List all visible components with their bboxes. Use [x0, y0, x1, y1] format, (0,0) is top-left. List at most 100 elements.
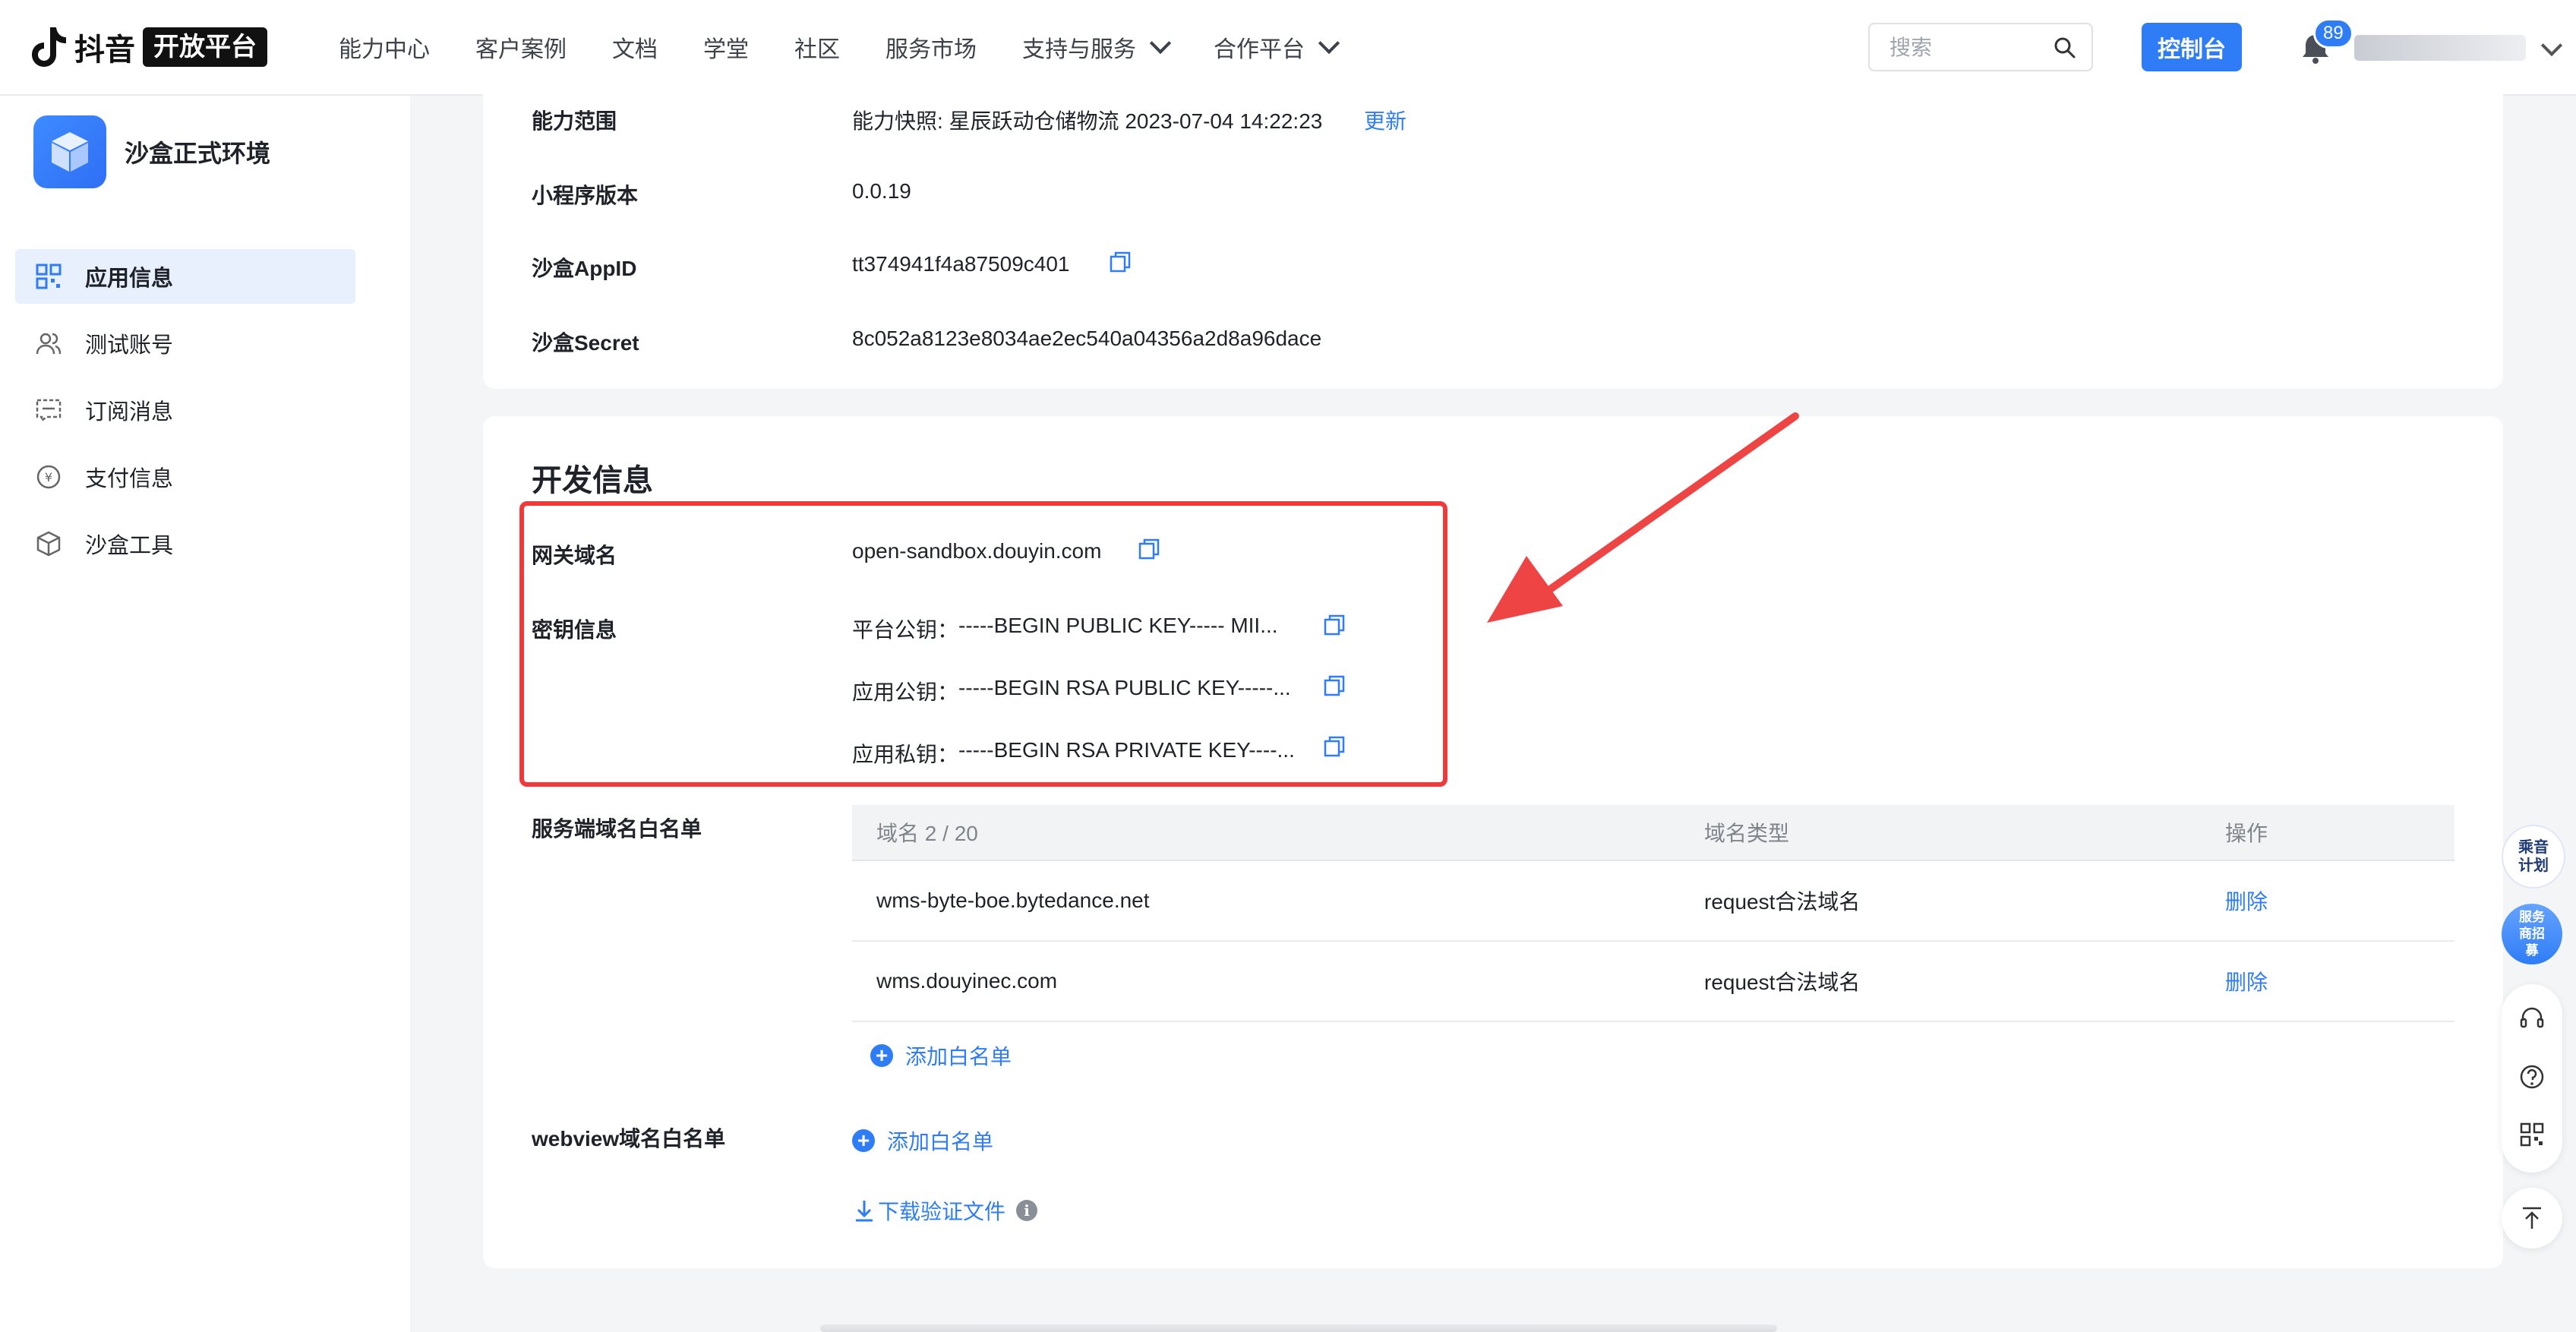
sidebar-menu: 应用信息 测试账号 订阅消息 ¥ 支付信息 沙盒工具 [15, 249, 355, 583]
chevron-down-icon [1318, 32, 1340, 55]
logo-badge: 开放平台 [143, 27, 267, 67]
qrcode-icon[interactable] [2518, 1121, 2546, 1148]
nav-label: 支持与服务 [1022, 37, 1136, 62]
yen-coin-icon: ¥ [36, 465, 61, 489]
app-grid-icon [36, 264, 62, 289]
users-icon [36, 333, 62, 355]
scope-update-link[interactable]: 更新 [1364, 105, 1406, 135]
domain-cell: wms.douyinec.com [876, 969, 1058, 993]
delete-link[interactable]: 删除 [2225, 885, 2454, 916]
nav-label: 学堂 [703, 37, 749, 62]
table-row: wms.douyinec.com request合法域名 删除 [852, 942, 2454, 1022]
webview-whitelist-label: webview域名白名单 [532, 1127, 726, 1151]
nav-label: 服务市场 [886, 37, 977, 62]
download-icon [856, 1201, 873, 1222]
nav-community[interactable]: 社区 [794, 30, 840, 64]
sidebar-item-app-info[interactable]: 应用信息 [15, 249, 355, 304]
copy-icon[interactable] [1323, 614, 1346, 636]
search-input[interactable] [1888, 35, 2058, 61]
platform-public-key-name: 平台公钥： [852, 618, 959, 642]
nav-label: 客户案例 [475, 37, 567, 62]
nav-service-market[interactable]: 服务市场 [886, 30, 977, 64]
delete-link[interactable]: 删除 [2225, 966, 2454, 996]
sidebar-item-sandbox-tools[interactable]: 沙盒工具 [15, 516, 355, 571]
add-whitelist-label: 添加白名单 [905, 1045, 1012, 1068]
server-whitelist-label: 服务端域名白名单 [532, 817, 702, 841]
floating-toolbar [2502, 984, 2562, 1173]
sidebar: 沙盒正式环境 应用信息 测试账号 订阅消息 ¥ 支付信息 沙盒工具 [0, 96, 410, 1332]
scope-label: 能力范围 [532, 109, 617, 133]
type-cell: request合法域名 [1704, 971, 1861, 994]
platform-public-key-value: -----BEGIN PUBLIC KEY----- MII... [958, 614, 1278, 637]
col-domain-header: 域名 2 / 20 [876, 822, 978, 845]
chevron-down-icon [1149, 32, 1172, 55]
headset-icon[interactable] [2518, 1005, 2546, 1033]
appid-label: 沙盒AppID [532, 257, 637, 280]
plus-circle-icon: + [870, 1044, 893, 1067]
chevron-down-icon[interactable] [2540, 34, 2563, 57]
app-name: 沙盒正式环境 [125, 140, 271, 167]
app-cube-logo [33, 115, 106, 188]
help-icon[interactable] [2518, 1063, 2546, 1091]
plus-circle-icon: + [852, 1129, 875, 1152]
douyin-open-logo[interactable]: 抖音 开放平台 [30, 24, 267, 70]
download-verify-file-link[interactable]: 下载验证文件 i [854, 1195, 1038, 1226]
sidebar-item-payment-info[interactable]: ¥ 支付信息 [15, 450, 355, 504]
sidebar-item-subscribe-messages[interactable]: 订阅消息 [15, 383, 355, 437]
appid-value: tt374941f4a87509c401 [852, 252, 1070, 276]
search-icon[interactable] [2054, 36, 2076, 59]
scope-value: 能力快照: 星辰跃动仓储物流 2023-07-04 14:22:23 [852, 109, 1323, 133]
recruit-float-button[interactable]: 服务商招募 [2502, 904, 2562, 964]
sidebar-item-label: 沙盒工具 [85, 534, 174, 558]
nav-academy[interactable]: 学堂 [703, 30, 749, 64]
secret-label: 沙盒Secret [532, 331, 639, 355]
info-icon[interactable]: i [1016, 1200, 1038, 1221]
plan-float-button[interactable]: 乘音计划 [2502, 825, 2565, 889]
plan-label: 乘音计划 [2518, 839, 2549, 874]
user-name-blurred[interactable] [2354, 35, 2526, 61]
bottom-scroll-shadow [820, 1324, 1777, 1332]
nav-docs[interactable]: 文档 [612, 30, 658, 64]
type-cell: request合法域名 [1704, 890, 1861, 914]
nav-partner-platform[interactable]: 合作平台 [1214, 30, 1340, 64]
red-arrow-annotation [1487, 412, 1799, 623]
sidebar-item-label: 支付信息 [85, 467, 174, 491]
app-public-key-value: -----BEGIN RSA PUBLIC KEY-----... [958, 676, 1291, 699]
copy-icon[interactable] [1138, 538, 1160, 560]
add-server-whitelist-button[interactable]: + 添加白名单 [870, 1040, 1012, 1071]
cube-icon [52, 132, 88, 172]
add-webview-whitelist-label: 添加白名单 [887, 1130, 994, 1154]
search-box [1868, 23, 2093, 71]
version-value: 0.0.19 [852, 179, 911, 203]
download-label: 下载验证文件 [878, 1200, 1006, 1223]
message-icon [36, 399, 62, 423]
nav-label: 能力中心 [339, 37, 430, 62]
version-label: 小程序版本 [532, 184, 639, 207]
nav-capability-center[interactable]: 能力中心 [339, 30, 430, 64]
secret-value: 8c052a8123e8034ae2ec540a04356a2d8a96dace [852, 327, 1322, 350]
nav-label: 文档 [612, 37, 658, 62]
svg-text:¥: ¥ [45, 470, 52, 485]
server-whitelist-table: 域名 2 / 20 域名类型 操作 wms-byte-boe.bytedance… [852, 805, 2454, 1022]
col-type-header: 域名类型 [1704, 822, 1790, 845]
domain-cell: wms-byte-boe.bytedance.net [876, 889, 1150, 912]
gateway-label: 网关域名 [532, 544, 617, 567]
table-row: wms-byte-boe.bytedance.net request合法域名 删… [852, 861, 2454, 942]
nav-support[interactable]: 支持与服务 [1022, 30, 1172, 64]
copy-icon[interactable] [1109, 251, 1132, 273]
copy-icon[interactable] [1323, 735, 1346, 758]
sidebar-item-label: 应用信息 [85, 267, 174, 291]
arrow-up-icon [2523, 1207, 2541, 1229]
sidebar-item-label: 订阅消息 [85, 400, 174, 425]
app-private-key-value: -----BEGIN RSA PRIVATE KEY----... [958, 738, 1295, 762]
key-info-label: 密钥信息 [532, 618, 617, 642]
douyin-logo-icon [32, 27, 66, 67]
copy-icon[interactable] [1323, 674, 1346, 697]
sidebar-item-label: 测试账号 [85, 333, 174, 358]
sidebar-item-test-accounts[interactable]: 测试账号 [15, 316, 355, 371]
nav-label: 社区 [794, 37, 840, 62]
console-button[interactable]: 控制台 [2142, 23, 2242, 71]
back-to-top-button[interactable] [2502, 1188, 2562, 1248]
add-webview-whitelist-button[interactable]: + 添加白名单 [852, 1125, 993, 1156]
nav-customer-cases[interactable]: 客户案例 [475, 30, 567, 64]
